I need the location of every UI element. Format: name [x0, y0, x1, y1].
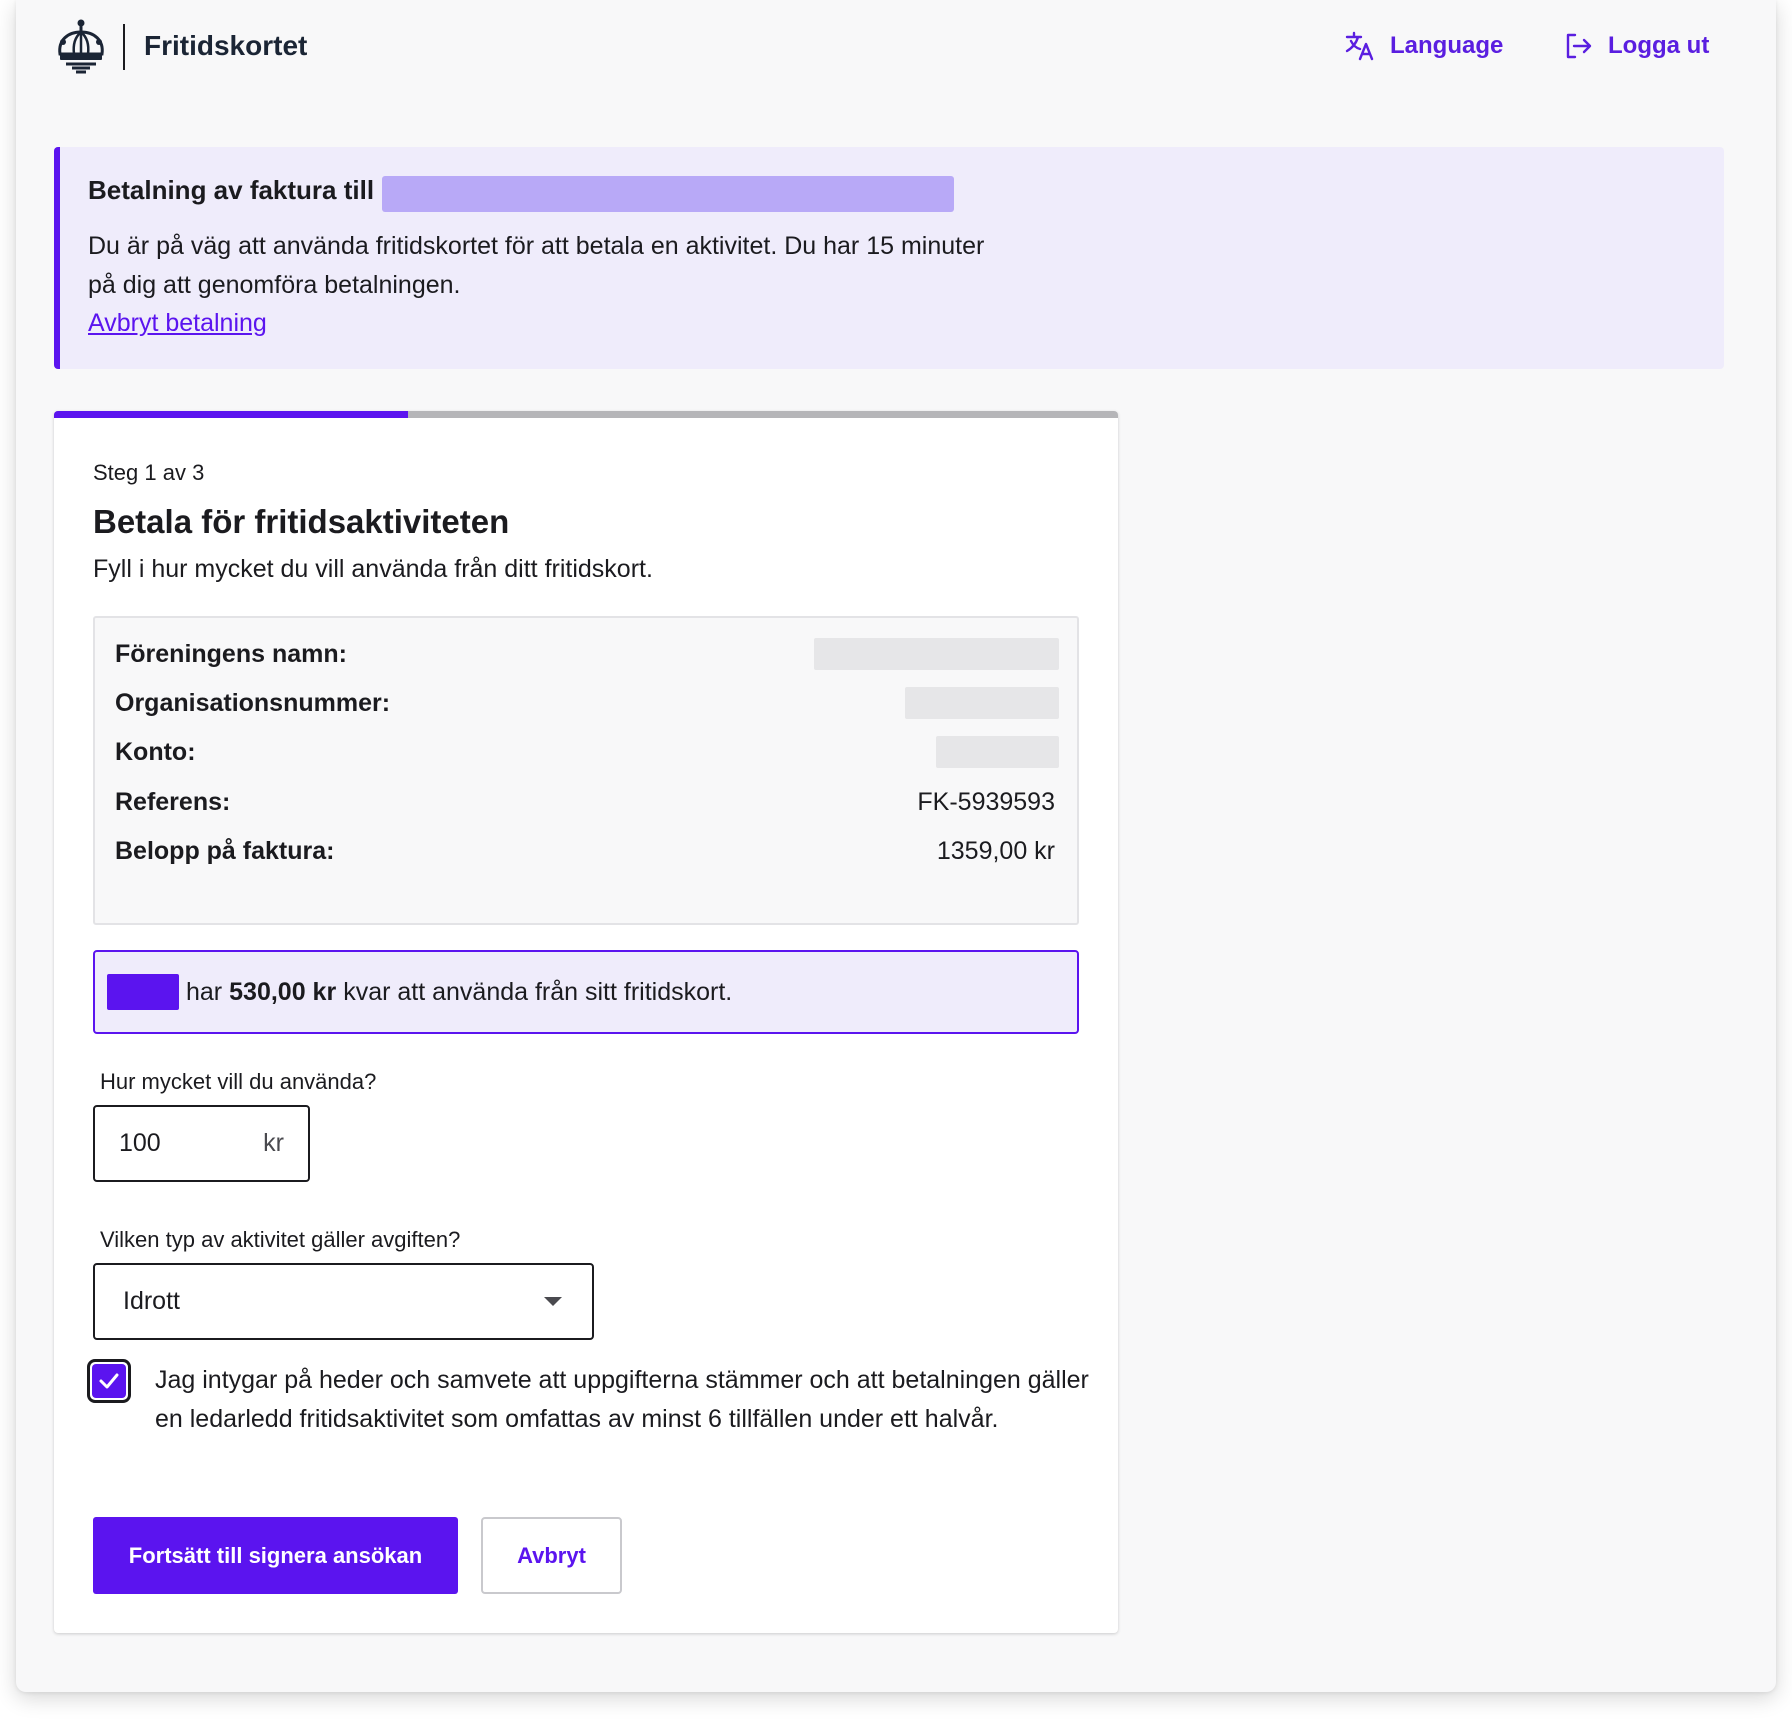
logout-label: Logga ut — [1608, 32, 1710, 59]
step-indicator: Steg 1 av 3 — [93, 460, 205, 485]
info-value: 1359,00 kr — [936, 836, 1055, 865]
crown-logo-icon[interactable] — [54, 18, 108, 76]
amount-input[interactable]: 100 kr — [93, 1105, 310, 1182]
info-label: Konto: — [115, 737, 196, 766]
page-title: Betala för fritidsaktiviteten — [93, 503, 510, 540]
redacted-name — [107, 974, 179, 1010]
checkbox-checked — [92, 1364, 126, 1398]
redacted-recipient — [382, 176, 954, 212]
caret-down-icon — [544, 1297, 562, 1306]
balance-prefix: har — [186, 977, 223, 1006]
translate-icon — [1345, 31, 1374, 61]
logout-icon — [1566, 33, 1592, 59]
invoice-row-association: Föreningens namn: — [115, 634, 1059, 674]
consent-checkbox[interactable] — [87, 1359, 131, 1403]
step-progress-bar — [54, 411, 1118, 418]
info-value: FK-5939593 — [917, 787, 1055, 816]
page-subtitle: Fyll i hur mycket du vill använda från d… — [93, 555, 653, 583]
info-label: Organisationsnummer: — [115, 688, 391, 717]
site-header: Fritidskortet Language Logga ut — [16, 0, 1776, 96]
amount-label: Hur mycket vill du använda? — [100, 1069, 377, 1094]
invoice-details: Föreningens namn: Organisationsnummer: K… — [93, 616, 1079, 925]
redacted-value — [814, 638, 1059, 670]
step-progress-fill — [54, 411, 409, 418]
invoice-row-amount: Belopp på faktura: 1359,00 kr — [115, 831, 1059, 871]
activity-type-label: Vilken typ av aktivitet gäller avgiften? — [100, 1227, 461, 1252]
checkmark-icon — [99, 1373, 119, 1389]
activity-type-value: Idrott — [123, 1287, 180, 1315]
balance-info: har 530,00 kr kvar att använda från sitt… — [93, 950, 1079, 1034]
balance-amount: 530,00 kr — [229, 977, 337, 1006]
language-label: Language — [1390, 32, 1504, 59]
brand-name[interactable]: Fritidskortet — [144, 30, 307, 62]
info-label: Referens: — [115, 787, 231, 816]
cancel-button[interactable]: Avbryt — [481, 1517, 622, 1594]
notice-text: Du är på väg att använda fritidskortet f… — [88, 232, 985, 299]
notice-title: Betalning av faktura till — [88, 175, 375, 205]
invoice-row-reference: Referens: FK-5939593 — [115, 782, 1059, 822]
invoice-row-orgnumber: Organisationsnummer: — [115, 683, 1059, 723]
redacted-value — [905, 687, 1059, 719]
cancel-payment-link[interactable]: Avbryt betalning — [88, 309, 267, 338]
invoice-row-account: Konto: — [115, 732, 1059, 772]
language-button[interactable]: Language — [1344, 30, 1503, 62]
continue-to-sign-button[interactable]: Fortsätt till signera ansökan — [93, 1517, 458, 1594]
payment-notice: Betalning av faktura till Du är på väg a… — [54, 147, 1724, 369]
info-label: Belopp på faktura: — [115, 836, 335, 865]
balance-suffix: kvar att använda från sitt fritidskort. — [343, 977, 733, 1006]
payment-card: Steg 1 av 3 Betala för fritidsaktivitete… — [54, 411, 1118, 1633]
logo-divider — [123, 24, 125, 70]
amount-unit: kr — [263, 1129, 284, 1157]
amount-value: 100 — [119, 1129, 161, 1157]
logout-button[interactable]: Logga ut — [1562, 30, 1709, 62]
redacted-value — [936, 736, 1059, 768]
app-window: Fritidskortet Language Logga ut Betalnin… — [16, 0, 1776, 1692]
activity-type-select[interactable]: Idrott — [93, 1263, 594, 1340]
consent-text: Jag intygar på heder och samvete att upp… — [155, 1366, 1089, 1433]
info-label: Föreningens namn: — [115, 639, 347, 668]
